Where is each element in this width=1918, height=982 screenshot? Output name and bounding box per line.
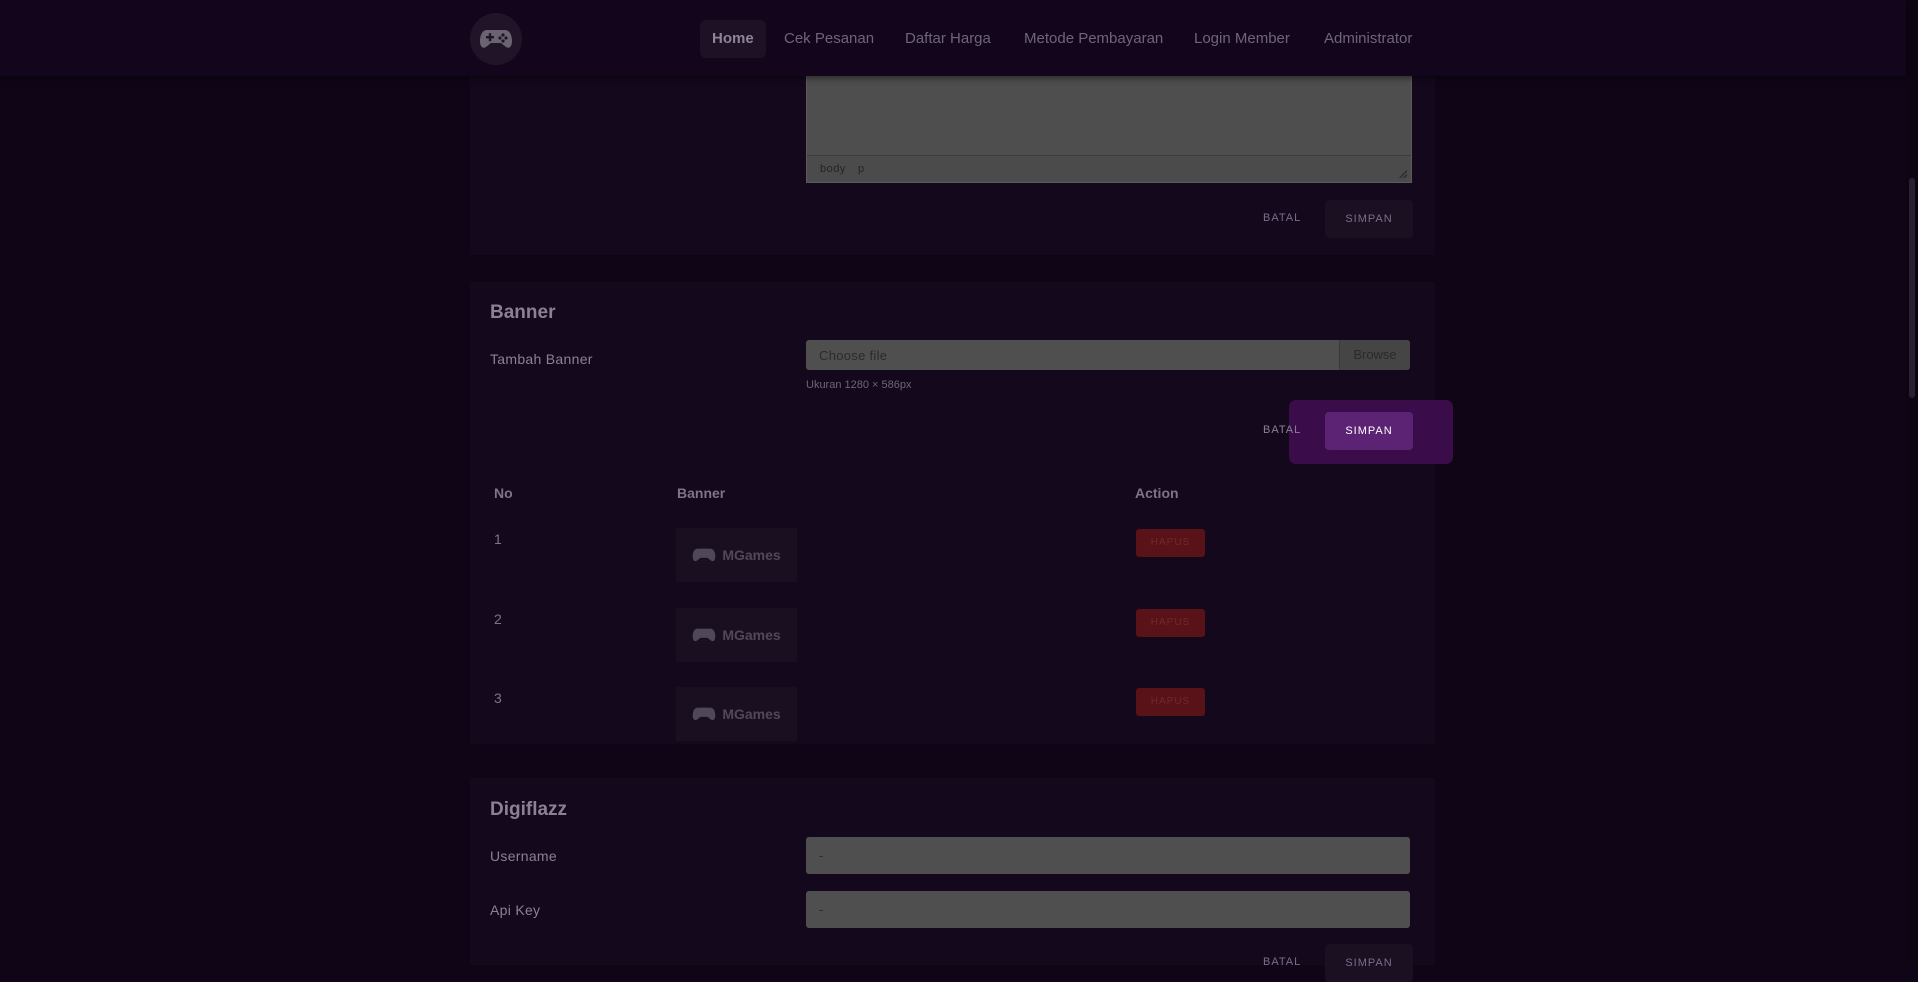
editor-statusbar: body p	[807, 155, 1411, 182]
digiflazz-title: Digiflazz	[490, 799, 568, 820]
page-scrollbar[interactable]	[1906, 0, 1918, 965]
table-header-no: No	[494, 485, 513, 501]
banner-thumbnail: MGames	[676, 687, 797, 741]
status-path-p[interactable]: p	[858, 163, 865, 175]
top-navbar: Home Cek Pesanan Daftar Harga Metode Pem…	[0, 0, 1906, 76]
browse-button[interactable]: Browse	[1339, 340, 1410, 370]
table-header-action: Action	[1135, 485, 1179, 501]
apikey-label: Api Key	[490, 902, 541, 918]
add-banner-label: Tambah Banner	[490, 351, 593, 367]
banner-save-button[interactable]: SIMPAN	[1325, 412, 1413, 450]
nav-daftar-harga[interactable]: Daftar Harga	[893, 20, 1003, 58]
banner-size-hint: Ukuran 1280 × 586px	[806, 379, 912, 391]
rich-text-editor[interactable]: body p	[806, 76, 1412, 183]
nav-administrator[interactable]: Administrator	[1312, 20, 1424, 58]
gamepad-icon	[693, 707, 716, 721]
table-header-banner: Banner	[677, 485, 726, 501]
username-label: Username	[490, 848, 557, 864]
row-2-delete-button[interactable]: HAPUS	[1136, 609, 1205, 637]
nav-home[interactable]: Home	[700, 20, 766, 58]
gamepad-icon	[693, 628, 716, 642]
digiflazz-save-button[interactable]: SIMPAN	[1325, 944, 1413, 982]
editor-save-button[interactable]: SIMPAN	[1325, 200, 1413, 238]
username-value: -	[819, 848, 824, 863]
banner-file-input[interactable]: Choose file Browse	[806, 340, 1410, 370]
banner-thumb-text: MGames	[722, 547, 781, 563]
row-1-delete-button[interactable]: HAPUS	[1136, 529, 1205, 557]
banner-cancel-button[interactable]: BATAL	[1263, 412, 1301, 448]
scrollbar-thumb[interactable]	[1909, 178, 1915, 398]
banner-title: Banner	[490, 302, 556, 323]
row-2-no: 2	[494, 611, 502, 627]
digiflazz-cancel-button[interactable]: BATAL	[1263, 944, 1301, 980]
row-3-no: 3	[494, 690, 502, 706]
resize-grip-icon[interactable]	[1399, 170, 1407, 178]
apikey-input[interactable]: -	[806, 891, 1410, 928]
banner-thumbnail: MGames	[676, 528, 797, 582]
logo[interactable]	[470, 13, 522, 65]
username-input[interactable]: -	[806, 837, 1410, 874]
gamepad-icon	[480, 30, 512, 48]
nav-cek-pesanan[interactable]: Cek Pesanan	[772, 20, 886, 58]
nav-metode-pembayaran[interactable]: Metode Pembayaran	[1012, 20, 1175, 58]
banner-thumb-text: MGames	[722, 627, 781, 643]
editor-cancel-button[interactable]: BATAL	[1263, 200, 1301, 236]
gamepad-icon	[693, 548, 716, 562]
banner-thumb-text: MGames	[722, 706, 781, 722]
row-3-delete-button[interactable]: HAPUS	[1136, 688, 1205, 716]
banner-thumbnail: MGames	[676, 608, 797, 662]
apikey-value: -	[819, 902, 824, 917]
status-path-body[interactable]: body	[820, 163, 846, 175]
nav-login-member[interactable]: Login Member	[1182, 20, 1302, 58]
row-1-no: 1	[494, 531, 502, 547]
file-placeholder: Choose file	[819, 348, 888, 363]
